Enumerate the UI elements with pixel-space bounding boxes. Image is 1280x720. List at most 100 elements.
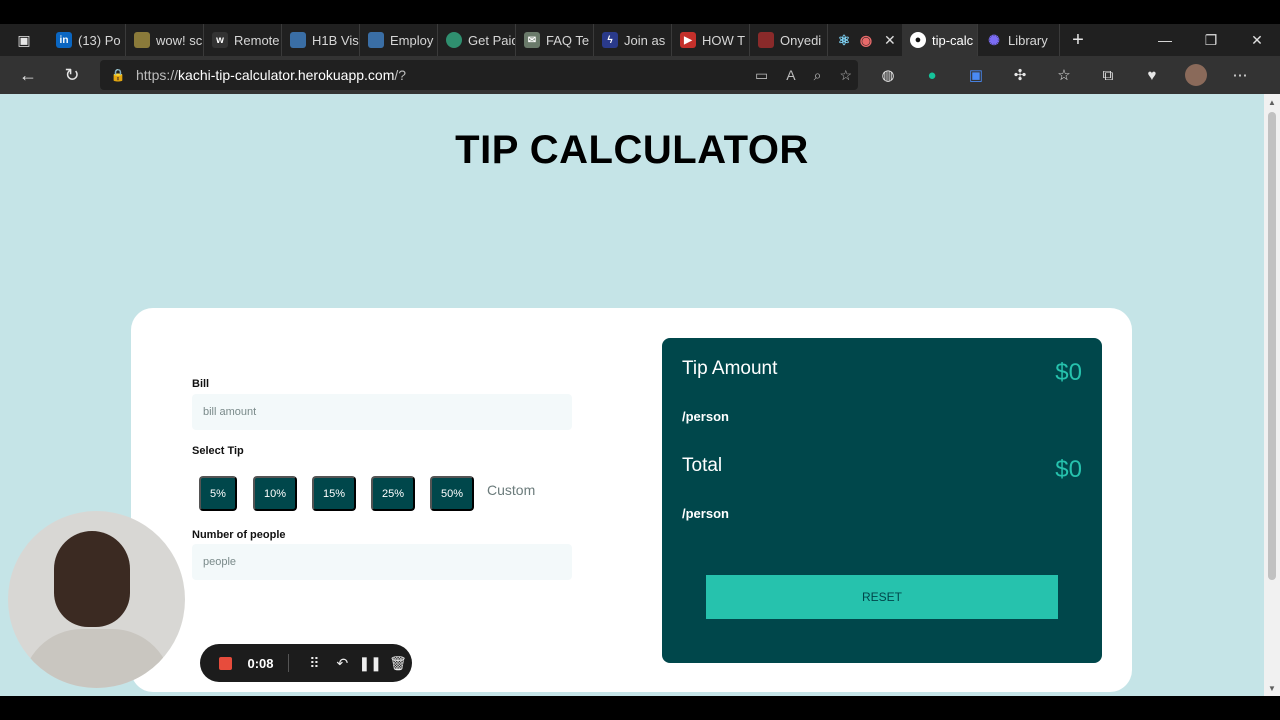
delete-icon[interactable]: 🗑 [384,655,412,672]
library-icon: ✺ [988,31,1000,48]
tab-actions-icon[interactable]: ▣ [0,24,48,56]
tab-label: HOW T [702,32,746,48]
more-menu-icon[interactable]: ⋯ [1218,56,1262,94]
github-icon: ● [910,32,926,48]
drag-handle-icon[interactable]: ⠿ [301,655,329,672]
browser-tab[interactable]: H1B Vis [282,24,360,56]
browser-tab[interactable]: in (13) Po [48,24,126,56]
navigation-bar: ← ↻ 🔒 https://kachi-tip-calculator.herok… [0,56,1280,94]
leaf-icon [446,32,462,48]
screen-top-border [0,0,1280,24]
tab-label: Get Paid [468,32,516,48]
doge-icon [134,32,150,48]
browser-tab[interactable]: ✉ FAQ Te [516,24,594,56]
tab-label: wow! sc [156,32,203,48]
total-value: $0 [1055,456,1082,483]
screen-bottom-border [0,696,1280,720]
minimize-icon[interactable]: — [1142,24,1188,56]
tab-label: Library [1008,32,1048,48]
extensions-icon[interactable]: ✣ [998,56,1042,94]
bill-field[interactable] [192,394,572,430]
browser-tab[interactable]: Onyedi [750,24,828,56]
browser-tab[interactable]: Employ [360,24,438,56]
address-bar-actions: ▭ A ⌕ ☆ [755,60,852,90]
refresh-icon[interactable]: ↻ [50,56,94,94]
people-input[interactable] [203,556,572,568]
tip-per-person-label: /person [682,409,729,424]
tab-label: Employ [390,32,434,48]
webcam-face [54,531,130,627]
linkedin-icon: in [56,32,72,48]
calculator-card: Bill Select Tip 5% 10% 15% 25% 50% Custo… [131,308,1132,692]
back-icon[interactable]: ← [6,56,50,94]
browser-tab[interactable]: w Remote [204,24,282,56]
browser-tab[interactable]: wow! sc [126,24,204,56]
new-tab-button[interactable]: + [1060,24,1096,56]
select-tip-label: Select Tip [192,445,244,457]
youtube-icon: ▶ [680,32,696,48]
custom-tip-input[interactable]: Custom [487,482,535,498]
tip-15-button[interactable]: 15% [312,476,356,511]
url-text: https://kachi-tip-calculator.herokuapp.c… [136,67,407,83]
restore-icon[interactable]: ❐ [1188,24,1234,56]
extensions-area: ◍ ● ▣ ✣ ☆ ⧉ ♥ ⋯ [866,56,1262,94]
webcam-overlay [8,511,185,688]
tab-label: H1B Vis [312,32,359,48]
profile-avatar[interactable] [1174,56,1218,94]
tab-label: FAQ Te [546,32,590,48]
close-window-icon[interactable]: ✕ [1234,24,1280,56]
favorite-add-icon[interactable]: ☆ [839,67,852,84]
recording-timer: 0:08 [247,655,274,671]
browser-tab[interactable]: Get Paid [438,24,516,56]
tab-label: Onyedi [780,32,822,48]
total-per-person-label: /person [682,506,729,521]
total-label: Total [682,455,723,476]
translate-icon[interactable]: ▣ [954,56,998,94]
collections-icon[interactable]: ⧉ [1086,56,1130,94]
tip-amount-label: Tip Amount [682,358,778,379]
pause-icon[interactable]: ❚❚ [356,655,384,672]
extension-icon[interactable]: ◍ [866,56,910,94]
shield-icon [368,32,384,48]
people-label: Number of people [192,529,286,541]
tip-5-button[interactable]: 5% [199,476,237,511]
recording-toolbar: 0:08 ⠿ ↶ ❚❚ 🗑 [200,644,412,682]
pdf-icon [758,32,774,48]
zoom-icon[interactable]: ⌕ [814,67,822,84]
page-title: TIP CALCULATOR [455,128,809,172]
tab-active[interactable]: ● tip-calc [902,24,978,56]
webcam-shirt [22,629,172,688]
tab-label: tip-calc [932,32,974,48]
page-viewport: TIP CALCULATOR Bill Select Tip 5% 10% 15… [0,94,1264,696]
browser-tab[interactable]: ✺ Library [978,24,1060,56]
people-field[interactable] [192,544,572,580]
address-bar[interactable]: 🔒 https://kachi-tip-calculator.herokuapp… [100,60,858,90]
bill-input[interactable] [203,406,572,418]
scrollbar-thumb[interactable] [1268,112,1276,580]
scroll-down-icon[interactable]: ▼ [1264,680,1280,696]
tip-10-button[interactable]: 10% [253,476,297,511]
browser-tab[interactable]: ⚛ ◉ ✕ [828,24,902,56]
page-scrollbar[interactable]: ▲ ▼ [1264,94,1280,696]
camera-icon[interactable]: ▭ [755,67,768,84]
stop-recording-icon[interactable] [219,656,232,670]
mail-icon: ✉ [524,32,540,48]
grammarly-icon[interactable]: ● [910,56,954,94]
undo-icon[interactable]: ↶ [328,655,356,672]
wwr-icon: w [212,32,228,48]
tab-strip: ▣ in (13) Po wow! sc w Remote H1B Vis Em… [0,24,1280,56]
lock-icon: 🔒 [110,68,126,82]
health-icon[interactable]: ♥ [1130,56,1174,94]
scroll-up-icon[interactable]: ▲ [1264,94,1280,110]
browser-tab[interactable]: ▶ HOW T [672,24,750,56]
reset-button[interactable]: RESET [706,575,1058,619]
tab-label: Join as [624,32,666,48]
read-aloud-icon[interactable]: A [786,67,795,83]
browser-tab[interactable]: ϟ Join as [594,24,672,56]
react-icon: ⚛ [837,31,851,48]
tip-25-button[interactable]: 25% [371,476,415,511]
shield-icon [290,32,306,48]
tip-50-button[interactable]: 50% [430,476,474,511]
close-icon[interactable]: ✕ [884,32,896,49]
favorites-icon[interactable]: ☆ [1042,56,1086,94]
